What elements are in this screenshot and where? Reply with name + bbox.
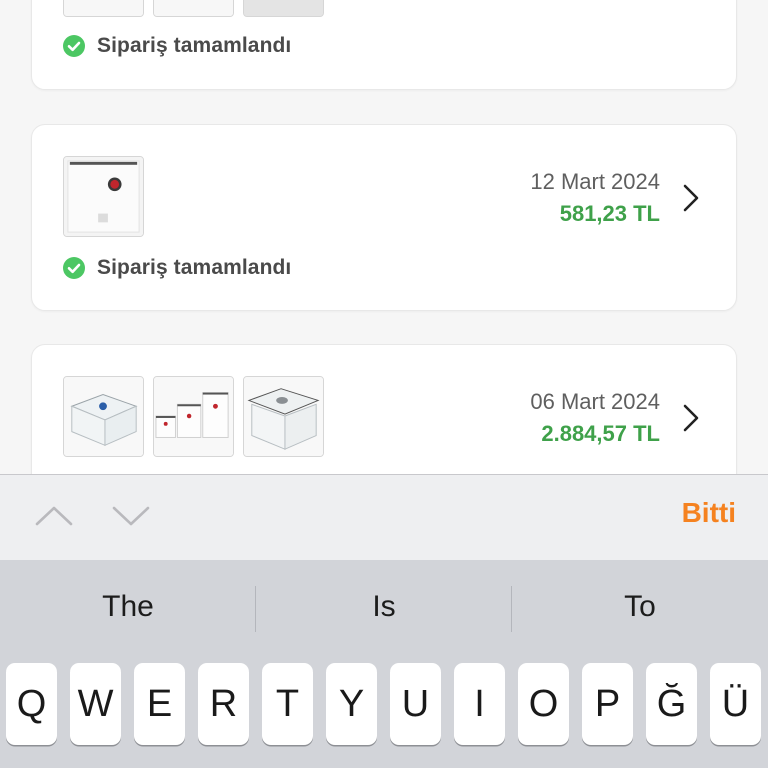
suggestion-2[interactable]: Is xyxy=(256,590,512,624)
order-status: Sipariş tamamlandı xyxy=(63,34,291,58)
key-p[interactable]: P xyxy=(582,663,633,745)
key-r[interactable]: R xyxy=(198,663,249,745)
product-thumbnail xyxy=(63,0,144,17)
check-circle-icon xyxy=(63,35,85,57)
suggestion-3[interactable]: To xyxy=(512,590,768,624)
status-label: Sipariş tamamlandı xyxy=(97,256,292,279)
order-status: Sipariş tamamlandı xyxy=(63,256,291,280)
key-o[interactable]: O xyxy=(518,663,569,745)
order-date: 12 Mart 2024 xyxy=(530,169,660,194)
chevron-up-icon[interactable] xyxy=(34,502,74,530)
key-w[interactable]: W xyxy=(70,663,121,745)
chevron-right-icon[interactable] xyxy=(682,183,700,213)
key-g-breve[interactable]: Ğ xyxy=(646,663,697,745)
key-q[interactable]: Q xyxy=(6,663,57,745)
key-t[interactable]: T xyxy=(262,663,313,745)
order-price: 2.884,57 TL xyxy=(541,421,660,446)
storage-container-thumbnail xyxy=(63,376,144,457)
status-label: Sipariş tamamlandı xyxy=(97,34,292,57)
order-price: 581,23 TL xyxy=(559,201,660,226)
check-circle-icon xyxy=(63,257,85,279)
key-u[interactable]: U xyxy=(390,663,441,745)
glass-container-thumbnail xyxy=(243,376,324,457)
key-e[interactable]: E xyxy=(134,663,185,745)
product-thumbnail xyxy=(153,0,234,17)
key-i[interactable]: I xyxy=(454,663,505,745)
chevron-down-icon[interactable] xyxy=(111,502,151,530)
chevron-right-icon[interactable] xyxy=(682,403,700,433)
order-card-2[interactable]: 12 Mart 2024 581,23 TL Sipariş tamamland… xyxy=(31,124,737,311)
product-thumbnail xyxy=(243,0,324,17)
key-y[interactable]: Y xyxy=(326,663,377,745)
vacuum-bag-set-thumbnail xyxy=(153,376,234,457)
vacuum-bag-thumbnail xyxy=(63,156,144,237)
order-date: 06 Mart 2024 xyxy=(530,389,660,414)
done-button[interactable]: Bitti xyxy=(682,497,736,529)
suggestion-1[interactable]: The xyxy=(0,590,256,624)
order-card-1[interactable]: Sipariş tamamlandı xyxy=(31,0,737,90)
key-u-umlaut[interactable]: Ü xyxy=(710,663,761,745)
